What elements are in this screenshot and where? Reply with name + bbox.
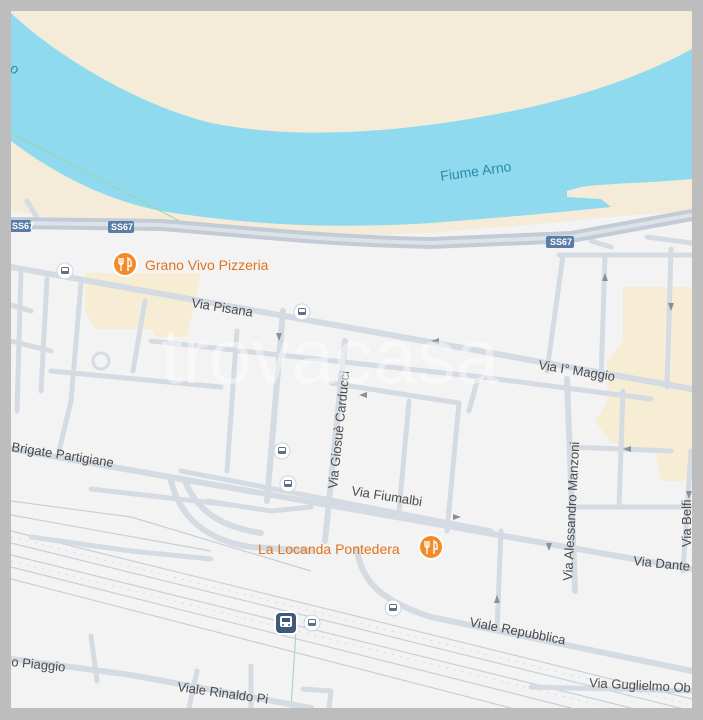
highway-shield: SS67 bbox=[108, 221, 134, 233]
bus-stop-icon[interactable] bbox=[293, 303, 311, 321]
bus-stop-icon[interactable] bbox=[279, 475, 297, 493]
shield-label: SS67 bbox=[550, 237, 572, 247]
highway-shield: SS67 bbox=[546, 236, 574, 248]
poi-label[interactable]: Grano Vivo Pizzeria bbox=[145, 257, 269, 273]
bus-stop-icon[interactable] bbox=[56, 262, 74, 280]
poi-label[interactable]: La Locanda Pontedera bbox=[258, 541, 400, 557]
train-station-icon[interactable] bbox=[274, 611, 298, 635]
shield-label: SS67 bbox=[111, 222, 133, 232]
map-frame: Fiume Arno o SS67 SS67 SS67 Via Pisana V… bbox=[0, 0, 703, 720]
street-label-via-belfiore: Via Belfi bbox=[679, 499, 692, 547]
bus-stop-icon[interactable] bbox=[384, 599, 402, 617]
map-canvas[interactable]: Fiume Arno o SS67 SS67 SS67 Via Pisana V… bbox=[11, 11, 692, 708]
bus-stop-icon[interactable] bbox=[273, 442, 291, 460]
restaurant-icon[interactable] bbox=[418, 534, 444, 560]
restaurant-icon[interactable] bbox=[112, 251, 138, 277]
watermark: trovacasa bbox=[161, 312, 500, 400]
highway-shield: SS67 bbox=[11, 220, 34, 232]
bus-stop-icon[interactable] bbox=[303, 614, 321, 632]
map-svg: Fiume Arno o SS67 SS67 SS67 Via Pisana V… bbox=[11, 11, 692, 708]
shield-label: SS67 bbox=[12, 221, 34, 231]
